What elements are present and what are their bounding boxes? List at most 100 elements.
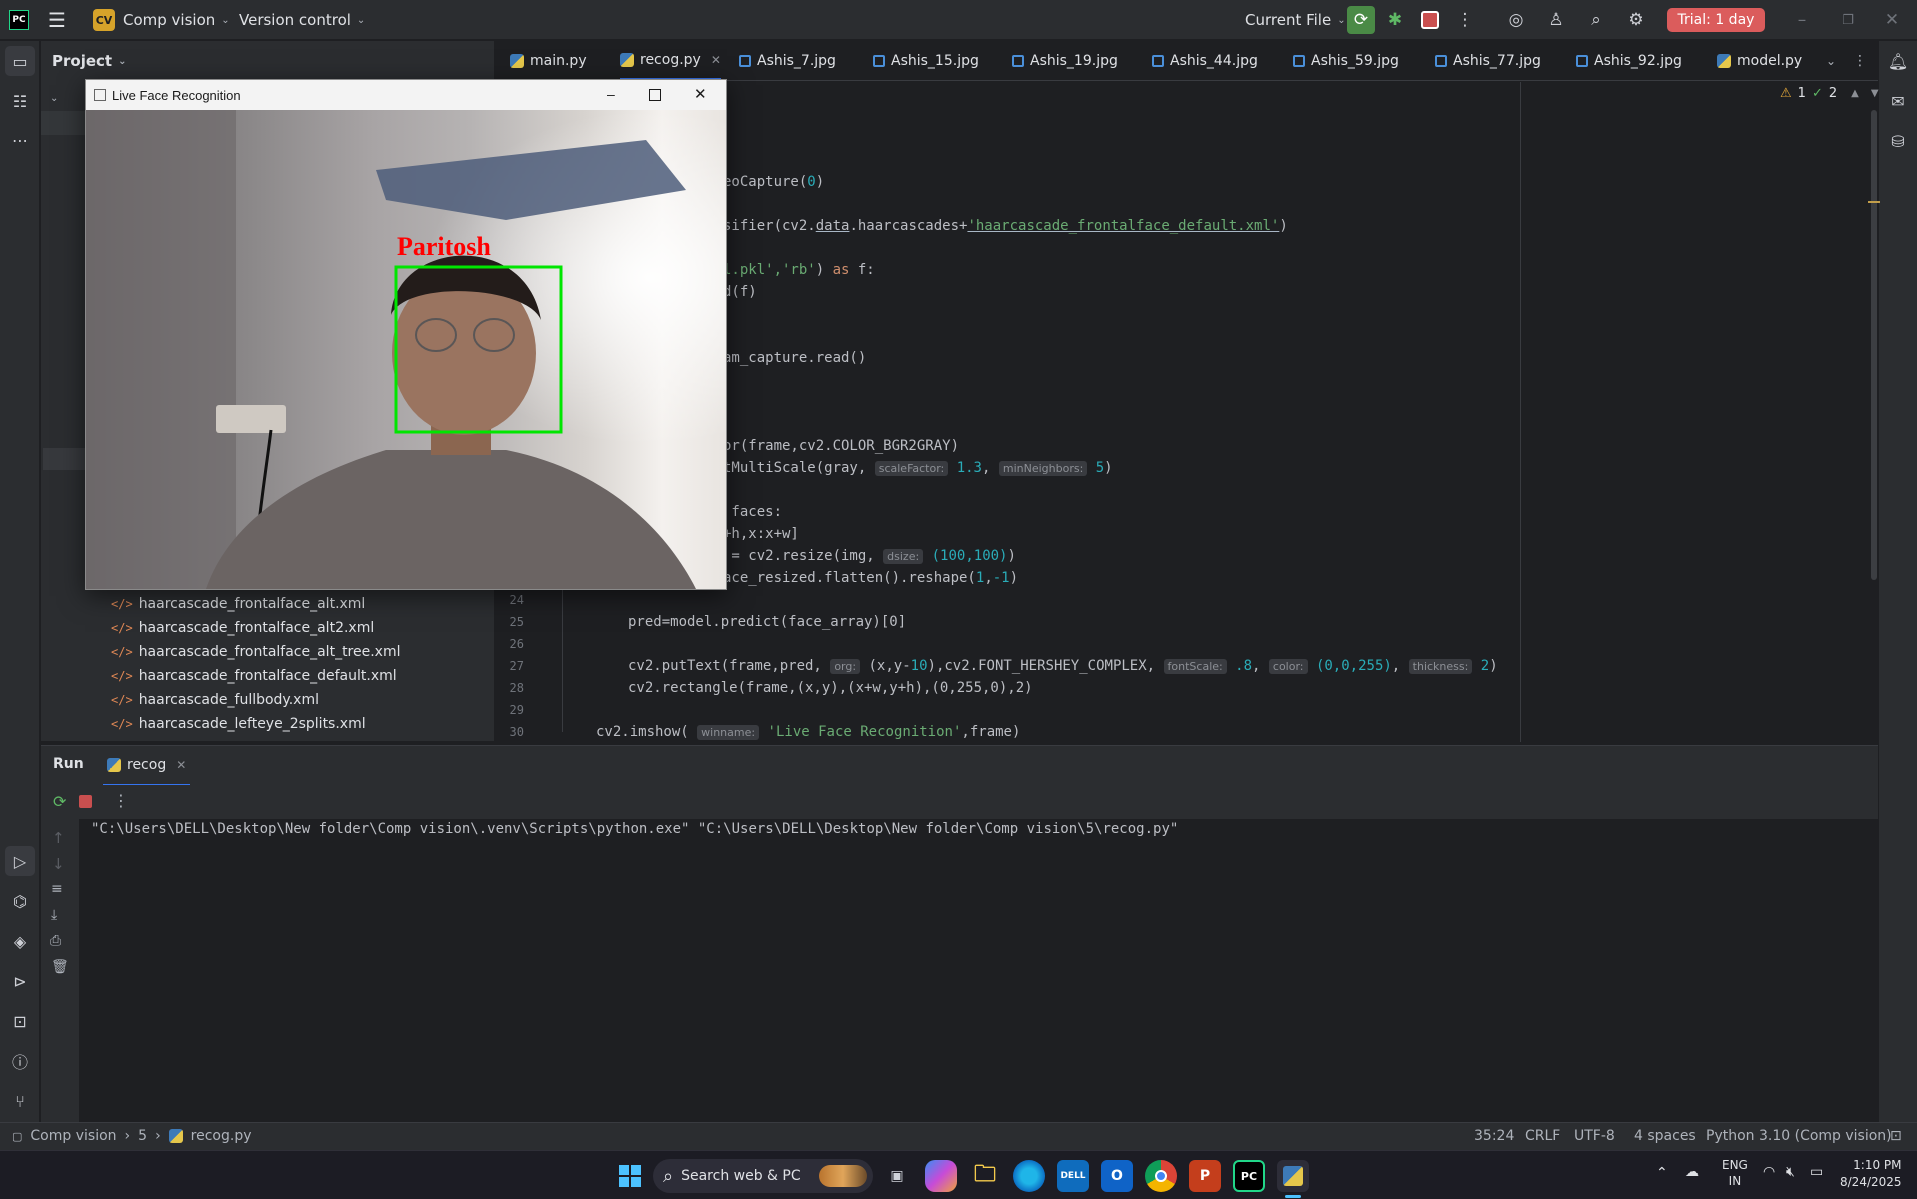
tab-model-py[interactable]: model.py: [1717, 41, 1802, 81]
tab-ashis-19[interactable]: Ashis_19.jpg: [1012, 41, 1118, 81]
previous-problem-icon[interactable]: ▲: [1851, 88, 1859, 99]
notifications-bell-icon[interactable]: 🔔︎: [1883, 46, 1913, 76]
tree-file-row[interactable]: </> haarcascade_frontalface_default.xml: [41, 664, 495, 688]
taskbar-search-box[interactable]: ⌕ Search web & PC: [653, 1159, 873, 1193]
tab-ashis-59[interactable]: Ashis_59.jpg: [1293, 41, 1399, 81]
lock-icon[interactable]: ⊡: [1890, 1128, 1902, 1144]
next-problem-icon[interactable]: ▼: [1871, 88, 1879, 99]
outlook-icon[interactable]: O: [1101, 1160, 1133, 1192]
tab-ashis-44[interactable]: Ashis_44.jpg: [1152, 41, 1258, 81]
close-icon[interactable]: ✕: [694, 85, 707, 103]
run-tab-title[interactable]: Run: [53, 756, 84, 772]
close-tab-icon[interactable]: ✕: [176, 758, 186, 772]
dell-app-icon[interactable]: DELL: [1057, 1160, 1089, 1192]
tree-file-row[interactable]: </> haarcascade_lefteye_2splits.xml: [41, 712, 495, 736]
volume-muted-icon[interactable]: 🔇︎: [1786, 1164, 1795, 1180]
window-title-bar[interactable]: Live Face Recognition – ✕: [86, 80, 726, 110]
services-icon[interactable]: ⊳: [5, 966, 35, 996]
edge-browser-icon[interactable]: [1013, 1160, 1045, 1192]
run-config-select[interactable]: Current File ⌄: [1245, 0, 1346, 40]
windows-start-icon[interactable]: [614, 1160, 646, 1192]
structure-icon[interactable]: ☷: [5, 86, 35, 116]
clock[interactable]: 1:10 PM 8/24/2025: [1840, 1157, 1902, 1191]
close-icon[interactable]: ✕: [1878, 6, 1906, 34]
python-console-icon[interactable]: ◈: [5, 926, 35, 956]
warning-stripe-marker[interactable]: [1868, 201, 1880, 203]
tree-file-row[interactable]: </> haarcascade_fullbody.xml: [41, 688, 495, 712]
tab-main-py[interactable]: main.py: [510, 41, 587, 81]
tab-ashis-77[interactable]: Ashis_77.jpg: [1435, 41, 1541, 81]
editor-scrollbar-thumb[interactable]: [1871, 110, 1877, 580]
input-language[interactable]: ENG IN: [1722, 1157, 1748, 1189]
trial-badge[interactable]: Trial: 1 day: [1667, 8, 1765, 32]
tab-recog-py[interactable]: recog.py ✕: [620, 41, 721, 81]
chrome-icon[interactable]: [1145, 1160, 1177, 1192]
tab-ashis-7[interactable]: Ashis_7.jpg: [739, 41, 836, 81]
rerun-icon[interactable]: ⟳: [1347, 6, 1375, 34]
pycharm-taskbar-icon[interactable]: PC: [1233, 1160, 1265, 1192]
restore-icon[interactable]: ❐: [1834, 6, 1862, 34]
tab-more-icon[interactable]: ⋮: [1853, 41, 1867, 81]
pycharm-logo-icon[interactable]: PC: [9, 0, 29, 40]
problems-icon[interactable]: ⓘ: [5, 1046, 35, 1076]
wifi-icon[interactable]: ◠: [1763, 1164, 1775, 1180]
indent-setting[interactable]: 4 spaces: [1634, 1128, 1696, 1144]
main-menu-icon[interactable]: ☰: [48, 0, 66, 40]
git-icon[interactable]: ⑂: [5, 1086, 35, 1116]
project-folder-icon[interactable]: ▭: [5, 46, 35, 76]
file-encoding[interactable]: UTF-8: [1574, 1128, 1615, 1144]
caret-position[interactable]: 35:24: [1474, 1128, 1514, 1144]
tray-overflow-chevron-icon[interactable]: ⌃: [1656, 1165, 1668, 1181]
settings-gear-icon[interactable]: ⚙: [1622, 6, 1650, 34]
live-face-recognition-window[interactable]: Live Face Recognition – ✕ Paritosh: [85, 79, 727, 590]
python-window-taskbar-icon[interactable]: [1277, 1160, 1309, 1192]
run-config-tab[interactable]: recog ✕: [103, 746, 191, 786]
search-icon[interactable]: ⌕: [1582, 6, 1610, 34]
project-switcher[interactable]: CV Comp vision ⌄: [93, 0, 230, 40]
trash-icon[interactable]: 🗑︎: [51, 959, 69, 975]
stop-button[interactable]: [1416, 6, 1444, 34]
battery-icon[interactable]: ▭: [1810, 1164, 1823, 1180]
tree-file-row[interactable]: </> haarcascade_frontalface_alt.xml: [41, 592, 495, 616]
powerpoint-icon[interactable]: P: [1189, 1160, 1221, 1192]
close-tab-icon[interactable]: ✕: [711, 53, 721, 67]
run-tool-icon[interactable]: ▷: [5, 846, 35, 876]
minimize-icon[interactable]: –: [607, 86, 615, 102]
breadcrumb-project[interactable]: Comp vision: [30, 1128, 116, 1144]
print-icon[interactable]: ⎙: [50, 933, 61, 949]
onedrive-icon[interactable]: ☁: [1685, 1164, 1699, 1180]
python-packages-icon[interactable]: ⌬: [5, 886, 35, 916]
scroll-up-icon[interactable]: ↑: [52, 829, 65, 847]
soft-wrap-icon[interactable]: ≡: [51, 881, 63, 897]
ai-chat-icon[interactable]: ✉: [1883, 86, 1913, 116]
file-explorer-icon[interactable]: 🗀: [969, 1160, 1001, 1192]
more-actions-icon[interactable]: ⋮: [1451, 6, 1479, 34]
tab-ashis-92[interactable]: Ashis_92.jpg: [1576, 41, 1682, 81]
tree-file-row[interactable]: </> haarcascade_frontalface_alt_tree.xml: [41, 640, 495, 664]
python-interpreter[interactable]: Python 3.10 (Comp vision): [1706, 1128, 1892, 1144]
minimize-icon[interactable]: –: [1788, 6, 1816, 34]
tab-ashis-15[interactable]: Ashis_15.jpg: [873, 41, 979, 81]
rerun-icon[interactable]: ⟳: [53, 792, 66, 811]
scroll-down-icon[interactable]: ↓: [52, 855, 65, 873]
tab-list-chevron-icon[interactable]: ⌄: [1826, 41, 1836, 81]
task-view-icon[interactable]: ▣: [881, 1160, 913, 1192]
breadcrumb-file[interactable]: recog.py: [191, 1128, 252, 1144]
ai-assistant-icon[interactable]: ◎: [1502, 6, 1530, 34]
database-icon[interactable]: ⛁: [1883, 126, 1913, 156]
maximize-icon[interactable]: [649, 89, 661, 101]
code-with-me-icon[interactable]: ♙: [1542, 6, 1570, 34]
version-control-menu[interactable]: Version control ⌄: [239, 0, 365, 40]
debug-icon[interactable]: ✱: [1381, 6, 1409, 34]
stop-icon[interactable]: [79, 795, 92, 808]
copilot-icon[interactable]: [925, 1160, 957, 1192]
terminal-icon[interactable]: ⊡: [5, 1006, 35, 1036]
project-panel-header[interactable]: Project ⌄: [52, 52, 126, 70]
more-tools-icon[interactable]: ⋯: [5, 125, 35, 155]
run-console[interactable]: "C:\Users\DELL\Desktop\New folder\Comp v…: [41, 819, 1878, 1122]
scroll-to-end-icon[interactable]: ⤓: [51, 907, 57, 923]
inspection-widget[interactable]: ⚠ 1 ✓ 2 ▲ ▼: [1780, 86, 1879, 101]
breadcrumb-dir[interactable]: 5: [138, 1128, 147, 1144]
tree-file-row[interactable]: </> haarcascade_frontalface_alt2.xml: [41, 616, 495, 640]
more-options-icon[interactable]: ⋮: [113, 791, 129, 810]
